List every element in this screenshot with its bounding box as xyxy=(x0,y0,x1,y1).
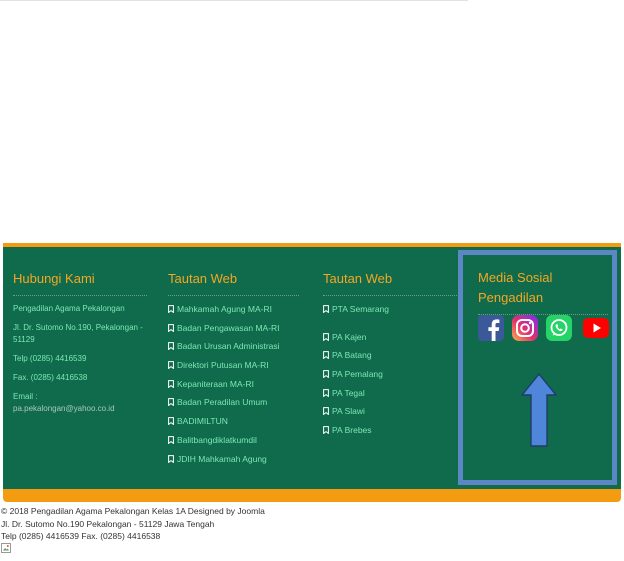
links-column-1: Tautan Web Mahkamah Agung MA-RI Badan Pen… xyxy=(168,269,299,471)
facebook-icon[interactable] xyxy=(478,315,504,341)
bookmark-icon xyxy=(323,370,329,379)
divider xyxy=(0,0,468,1)
social-media-box: Media Sosial Pengadilan xyxy=(458,250,617,485)
footer-link-label: Badan Peradilan Umum xyxy=(177,397,268,408)
links-list-2: PTA Semarang PA Kajen PA Batang PA Pemalang… xyxy=(323,303,457,436)
bottom-address: Jl. Dr. Sutomo No.190 Pekalongan - 51129… xyxy=(1,518,215,529)
copyright-text: © 2018 Pengadilan Agama Pekalongan Kelas… xyxy=(1,506,265,516)
bookmark-icon xyxy=(323,305,329,313)
bookmark-icon xyxy=(168,398,174,407)
contact-address: Jl. Dr. Sutomo No.190, Pekalongan - 5112… xyxy=(13,323,143,344)
footer-link-label: PA Tegal xyxy=(332,387,365,398)
bottom-info: © 2018 Pengadilan Agama Pekalongan Kelas… xyxy=(1,505,471,543)
footer-link-label: Kepaniteraan MA-RI xyxy=(177,378,255,389)
contact-column: Hubungi Kami Pengadilan Agama Pekalongan… xyxy=(13,269,147,422)
footer-link-label: JDIH Mahkamah Agung xyxy=(177,453,267,464)
footer-link[interactable]: PTA Semarang xyxy=(323,303,457,315)
links-title-2: Tautan Web xyxy=(323,269,457,296)
bookmark-icon xyxy=(168,323,174,332)
up-arrow-icon xyxy=(521,373,557,447)
footer-link[interactable]: Kepaniteraan MA-RI xyxy=(168,378,299,390)
whatsapp-icon[interactable] xyxy=(546,315,572,341)
footer-link-label: Badan Pengawasan MA-RI xyxy=(177,322,280,333)
contact-title: Hubungi Kami xyxy=(13,269,147,296)
footer-link[interactable]: PA Pemalang xyxy=(323,368,457,380)
footer-link-label: Direktori Putusan MA-RI xyxy=(177,360,269,371)
footer-link-label: PA Kajen xyxy=(332,331,367,342)
social-title: Media Sosial Pengadilan xyxy=(478,268,608,315)
footer-link-label: Balitbangdiklatkumdil xyxy=(177,434,257,445)
footer-link-label: PA Brebes xyxy=(332,425,372,436)
footer-link-label: PTA Semarang xyxy=(332,304,390,314)
bookmark-icon xyxy=(168,305,174,313)
footer-link[interactable]: PA Brebes xyxy=(323,424,457,436)
footer-link[interactable]: Mahkamah Agung MA-RI xyxy=(168,303,299,315)
footer-link[interactable]: Badan Peradilan Umum xyxy=(168,396,299,408)
bookmark-icon xyxy=(323,407,329,416)
contact-phone: Telp (0285) 4416539 xyxy=(13,354,87,363)
bookmark-icon xyxy=(323,388,329,397)
bookmark-icon xyxy=(168,417,174,426)
youtube-icon[interactable] xyxy=(580,315,612,341)
footer-link[interactable]: Balitbangdiklatkumdil xyxy=(168,434,299,446)
links-list-1: Mahkamah Agung MA-RI Badan Pengawasan MA-… xyxy=(168,303,299,465)
links-title-1: Tautan Web xyxy=(168,269,299,296)
footer-link[interactable]: JDIH Mahkamah Agung xyxy=(168,453,299,465)
footer-link-label: Badan Urusan Administrasi xyxy=(177,341,280,352)
footer-link[interactable]: BADIMILTUN xyxy=(168,415,299,427)
footer-link-label: PA Batang xyxy=(332,350,372,361)
social-icons xyxy=(478,315,620,341)
footer-link[interactable]: PA Slawi xyxy=(323,405,457,417)
bookmark-icon xyxy=(323,332,329,341)
site-footer: Hubungi Kami Pengadilan Agama Pekalongan… xyxy=(3,243,621,502)
links-column-2: Tautan Web PTA Semarang PA Kajen PA Batang… xyxy=(323,269,457,443)
footer-link-label: PA Slawi xyxy=(332,406,365,417)
footer-link-label: PA Pemalang xyxy=(332,369,383,380)
footer-link[interactable]: Badan Urusan Administrasi xyxy=(168,340,299,352)
footer-link[interactable]: Badan Pengawasan MA-RI xyxy=(168,322,299,334)
bookmark-icon xyxy=(168,342,174,351)
footer-link[interactable]: PA Tegal xyxy=(323,387,457,399)
instagram-icon[interactable] xyxy=(512,315,538,341)
bottom-phone: Telp (0285) 4416539 Fax. (0285) 4416538 xyxy=(1,531,161,541)
contact-email-label: Email : xyxy=(13,392,38,401)
contact-fax: Fax. (0285) 4416538 xyxy=(13,373,88,382)
bookmark-icon xyxy=(323,426,329,435)
bookmark-icon xyxy=(323,351,329,360)
footer-link[interactable]: PA Kajen xyxy=(323,331,457,343)
broken-image-icon xyxy=(1,543,11,553)
footer-link[interactable]: Direktori Putusan MA-RI xyxy=(168,359,299,371)
footer-panel: Hubungi Kami Pengadilan Agama Pekalongan… xyxy=(3,247,621,489)
bookmark-icon xyxy=(168,379,174,388)
contact-email[interactable]: pa.pekalongan@yahoo.co.id xyxy=(13,403,147,415)
bookmark-icon xyxy=(168,435,174,444)
footer-link-label: Mahkamah Agung MA-RI xyxy=(177,304,272,314)
footer-link[interactable]: PA Batang xyxy=(323,349,457,361)
bookmark-icon xyxy=(168,454,174,463)
bookmark-icon xyxy=(168,361,174,370)
footer-link-label: BADIMILTUN xyxy=(177,416,228,427)
contact-name: Pengadilan Agama Pekalongan xyxy=(13,304,125,313)
content-area xyxy=(0,0,624,244)
